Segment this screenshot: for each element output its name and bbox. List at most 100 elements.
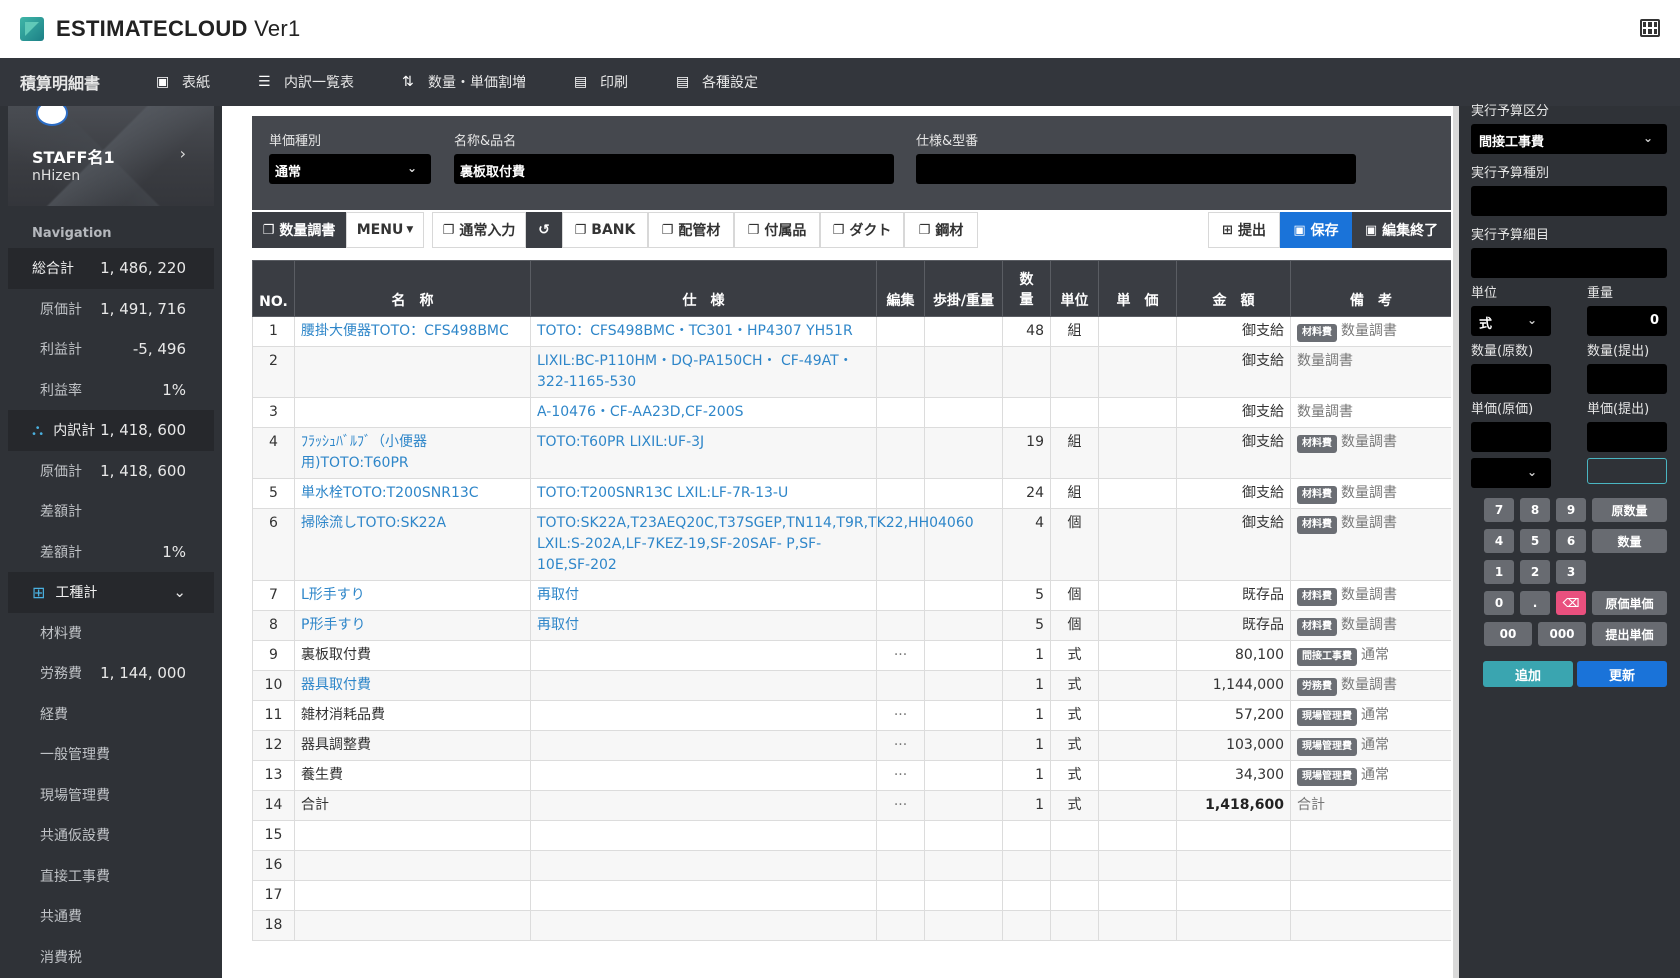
qty-orig-input[interactable] [1471, 364, 1551, 394]
key-000[interactable]: 000 [1538, 622, 1586, 646]
table-row[interactable]: 11 雑材消耗品費 ··· 1 式 57,200 現場管理費 通常 [252, 700, 1451, 731]
backspace-key[interactable]: ⌫ [1556, 591, 1586, 615]
cell-edit[interactable]: ··· [876, 730, 925, 761]
key-6[interactable]: 6 [1556, 529, 1586, 553]
extra-input[interactable] [1587, 458, 1667, 484]
cell-edit[interactable]: ··· [876, 700, 925, 731]
bank-button[interactable]: ❐ BANK [562, 212, 648, 248]
table-row[interactable]: 14 合計 ··· 1 式 1,418,600 合計 [252, 790, 1451, 821]
qty-survey-button[interactable]: ❐ 数量調書 [252, 212, 346, 248]
cell-name[interactable]: 腰掛大便器TOTO：CFS498BMC [294, 316, 531, 347]
weight-input[interactable]: 0 [1587, 306, 1667, 336]
sidebar-item[interactable]: 共通仮設費 [8, 815, 214, 856]
save-button[interactable]: ▣ 保存 [1280, 212, 1352, 248]
sidebar-item[interactable]: 差額計 [8, 491, 214, 532]
sidebar-item[interactable]: 差額計 1% [8, 532, 214, 573]
sidebar-item[interactable]: 共通費 [8, 896, 214, 937]
key-dot[interactable]: . [1520, 591, 1550, 615]
chevron-right-icon[interactable]: › [180, 144, 186, 163]
key-5[interactable]: 5 [1520, 529, 1550, 553]
update-button[interactable]: 更新 [1577, 661, 1667, 687]
key-00[interactable]: 00 [1484, 622, 1532, 646]
cell-edit[interactable]: ··· [876, 790, 925, 821]
table-row[interactable]: 1 腰掛大便器TOTO：CFS498BMC TOTO：CFS498BMC・TC301… [252, 316, 1451, 347]
cell-name[interactable]: L形手すり [294, 580, 531, 611]
table-row[interactable]: 17 [252, 880, 1451, 911]
key-1[interactable]: 1 [1484, 560, 1514, 584]
table-row[interactable]: 5 単水栓TOTO:T200SNR13C TOTO:T200SNR13C LXIL:… [252, 478, 1451, 509]
table-row[interactable]: 9 裏板取付費 ··· 1 式 80,100 間接工事費 通常 [252, 640, 1451, 671]
accessories-button[interactable]: ❐ 付属品 [734, 212, 820, 248]
qty-sub-input[interactable] [1587, 364, 1667, 394]
price-type-select[interactable]: 通常 ⌄ [269, 154, 431, 184]
table-row[interactable]: 12 器具調整費 ··· 1 式 103,000 現場管理費 通常 [252, 730, 1451, 761]
nav-item-settings[interactable]: ▤ 各種設定 [676, 72, 758, 92]
table-row[interactable]: 6 掃除流しTOTO:SK22A TOTO:SK22A,T23AEQ20C,T37S… [252, 508, 1451, 581]
sidebar-item[interactable]: 一般管理費 [8, 734, 214, 775]
apps-grid-icon[interactable] [1640, 19, 1660, 37]
nav-item-print[interactable]: ▤ 印刷 [574, 72, 628, 92]
extra-select[interactable]: ⌄ [1471, 458, 1551, 488]
budget-detail-input[interactable] [1471, 248, 1667, 278]
sidebar-item[interactable]: 原価計 1, 491, 716 [8, 289, 214, 330]
cell-edit[interactable]: ··· [876, 640, 925, 671]
key-7[interactable]: 7 [1484, 498, 1514, 522]
key-8[interactable]: 8 [1520, 498, 1550, 522]
key-9[interactable]: 9 [1556, 498, 1586, 522]
name-input[interactable]: 裏板取付費 [454, 154, 894, 184]
sidebar-item[interactable]: 直接工事費 [8, 856, 214, 897]
sidebar-item[interactable]: 労務費 1, 144, 000 [8, 653, 214, 694]
table-row[interactable]: 13 養生費 ··· 1 式 34,300 現場管理費 通常 [252, 760, 1451, 791]
key-0[interactable]: 0 [1484, 591, 1514, 615]
budget-class-select[interactable]: 間接工事費 ⌄ [1471, 124, 1667, 154]
profile-card[interactable]: STAFF名1 nHizen › [8, 106, 214, 206]
orig-price-key[interactable]: 原価単価 [1592, 591, 1667, 615]
table-row[interactable]: 8 P形手すり 再取付 5 個 既存品 材料費 数量調書 [252, 610, 1451, 641]
orig-qty-key[interactable]: 原数量 [1592, 498, 1667, 522]
cell-edit[interactable]: ··· [876, 760, 925, 791]
sub-price-key[interactable]: 提出単価 [1592, 622, 1667, 646]
add-button[interactable]: 追加 [1483, 661, 1573, 687]
sidebar-item[interactable]: 材料費 [8, 613, 214, 654]
nav-item-cover[interactable]: ▣ 表紙 [156, 72, 210, 92]
nav-brand[interactable]: 積算明細書 [20, 70, 156, 94]
budget-type-input[interactable] [1471, 186, 1667, 216]
end-edit-button[interactable]: ▣ 編集終了 [1352, 212, 1451, 248]
price-orig-input[interactable] [1471, 422, 1551, 452]
cell-name[interactable]: 掃除流しTOTO:SK22A [294, 508, 531, 581]
sidebar-item[interactable]: 利益率 1% [8, 370, 214, 411]
sidebar-item[interactable]: 原価計 1, 418, 600 [8, 451, 214, 492]
table-row[interactable]: 18 [252, 910, 1451, 941]
undo-button[interactable]: ↺ [526, 212, 562, 248]
table-row[interactable]: 3 A-10476・CF-AA23D,CF-200S 御支給 数量調書 [252, 397, 1451, 428]
menu-button[interactable]: MENU ▼ [346, 212, 424, 248]
normal-input-button[interactable]: ❐ 通常入力 [432, 212, 526, 248]
cell-name[interactable]: 単水栓TOTO:T200SNR13C [294, 478, 531, 509]
table-row[interactable]: 15 [252, 820, 1451, 851]
submit-button[interactable]: ⊞ 提出 [1208, 212, 1280, 248]
qty-key[interactable]: 数量 [1592, 529, 1667, 553]
sidebar-item[interactable]: ⛬ 内訳計 1, 418, 600 [8, 410, 214, 451]
cell-name[interactable]: 器具取付費 [294, 670, 531, 701]
sidebar-item[interactable]: ⊞ 工種計 ⌄ [8, 572, 214, 613]
sidebar-item[interactable]: 利益計 -5, 496 [8, 329, 214, 370]
unit-select[interactable]: 式 ⌄ [1471, 306, 1551, 336]
piping-button[interactable]: ❐ 配管材 [648, 212, 734, 248]
nav-item-markup[interactable]: ⇅ 数量・単価割増 [402, 72, 526, 92]
sidebar-item[interactable]: 消費税 [8, 937, 214, 978]
table-row[interactable]: 16 [252, 850, 1451, 881]
table-row[interactable]: 10 器具取付費 1 式 1,144,000 労務費 数量調書 [252, 670, 1451, 701]
spec-input[interactable] [916, 154, 1356, 184]
cell-name[interactable]: P形手すり [294, 610, 531, 641]
duct-button[interactable]: ❐ ダクト [820, 212, 904, 248]
price-sub-input[interactable] [1587, 422, 1667, 452]
table-row[interactable]: 4 ﾌﾗｯｼｭﾊﾞﾙﾌﾞ（小便器用)TOTO:T60PR TOTO:T60PR LI… [252, 427, 1451, 479]
sidebar-item[interactable]: 総合計 1, 486, 220 [8, 248, 214, 289]
table-row[interactable]: 2 LIXIL:BC-P110HM・DQ-PA150CH・ CF-49AT・322… [252, 346, 1451, 398]
sidebar-item[interactable]: 経費 [8, 694, 214, 735]
sidebar-item[interactable]: 現場管理費 [8, 775, 214, 816]
key-3[interactable]: 3 [1556, 560, 1586, 584]
key-4[interactable]: 4 [1484, 529, 1514, 553]
steel-button[interactable]: ❐ 鋼材 [904, 212, 978, 248]
nav-item-breakdown[interactable]: ☰ 内訳一覧表 [258, 72, 354, 92]
